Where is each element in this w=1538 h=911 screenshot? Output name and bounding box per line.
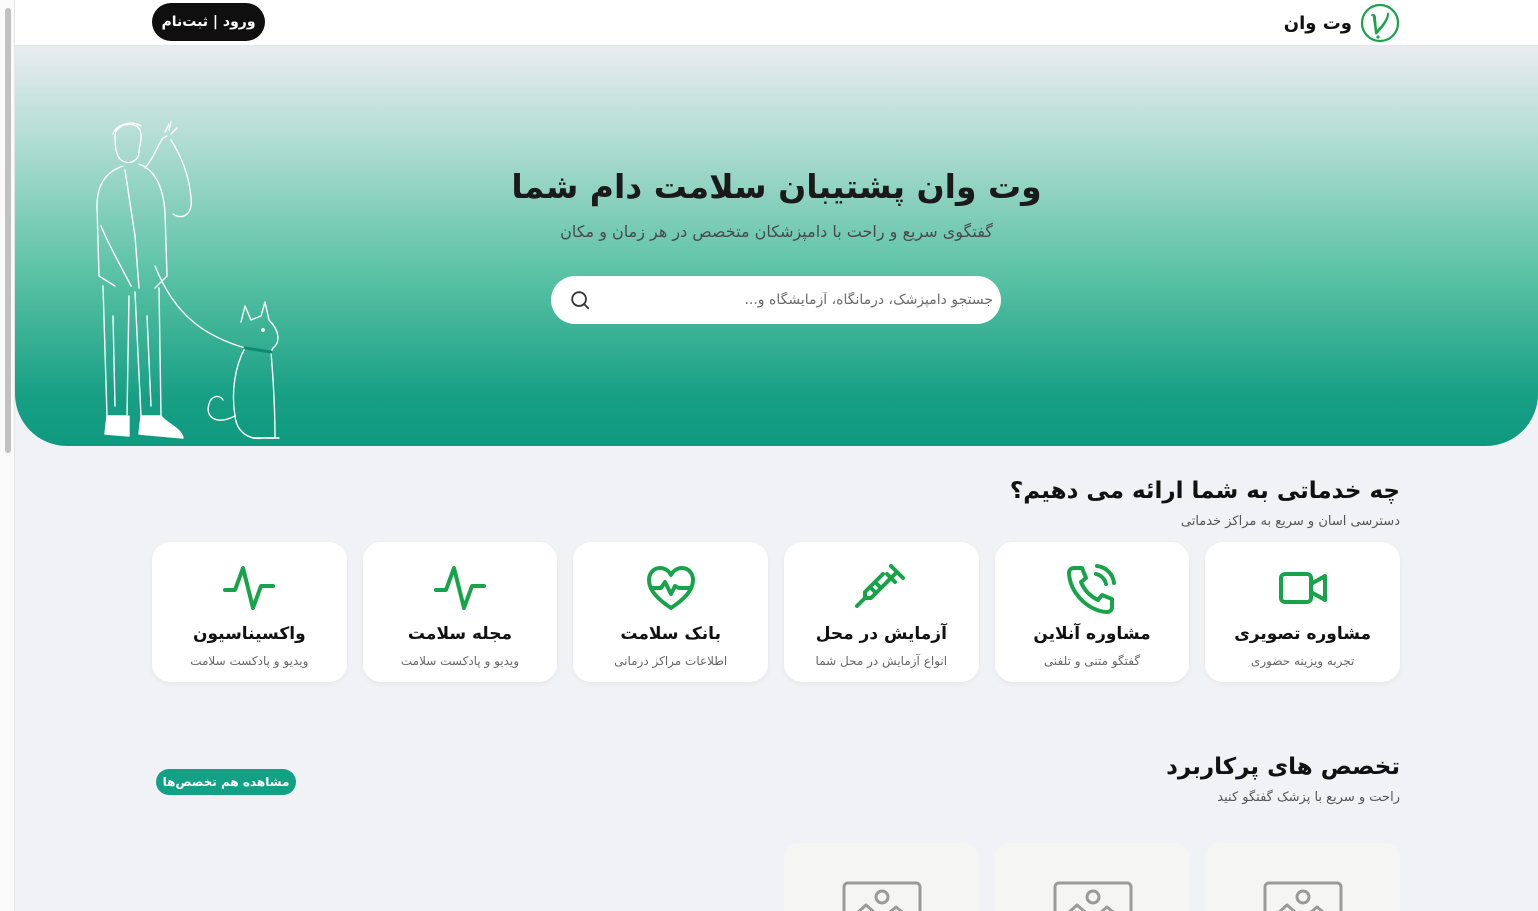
search-input[interactable]: [591, 276, 993, 324]
image-placeholder-icon: [842, 881, 922, 911]
service-card-home-test[interactable]: آزمایش در محل انواع آزمایش در محل شما: [783, 542, 979, 682]
hero-subtitle: گفتگوی سریع و راحت با دامپزشکان متخصص در…: [560, 222, 993, 241]
services-section-subtitle: دسترسی اسان و سریع به مراکز خدماتی: [1180, 514, 1400, 529]
activity-icon: [223, 566, 276, 610]
video-camera-icon: [1278, 572, 1327, 604]
man-with-dog-illustration: [96, 121, 280, 440]
service-title: مشاوره تصویری: [1234, 624, 1372, 644]
syringe-icon: [855, 564, 906, 608]
service-title: مشاوره آنلاین: [1033, 624, 1151, 644]
specialty-cards: [783, 843, 1400, 911]
activity-icon: [433, 566, 486, 610]
heart-pulse-icon: [646, 566, 695, 610]
specialty-card[interactable]: [1205, 843, 1400, 911]
search-box[interactable]: [551, 276, 1001, 324]
top-header: ورود | ثبت‌نام وت وان: [15, 0, 1538, 46]
image-placeholder-icon: [1263, 881, 1343, 911]
scrollbar-thumb[interactable]: [5, 8, 11, 453]
image-placeholder-icon: [1053, 881, 1133, 911]
login-register-button[interactable]: ورود | ثبت‌نام: [152, 3, 265, 41]
service-desc: اطلاعات مراکز درمانی: [614, 654, 728, 668]
service-desc: گفتگو متنی و تلفنی: [1043, 654, 1141, 668]
service-title: واکسیناسیون: [192, 624, 306, 644]
services-section-title: چه خدماتی به شما ارائه می دهیم؟: [1009, 478, 1400, 504]
service-desc: ویدیو و پادکست سلامت: [190, 654, 309, 668]
service-card-video-consult[interactable]: مشاوره تصویری تجربه ویزینه حضوری: [1205, 542, 1400, 682]
specialty-card[interactable]: [783, 843, 979, 911]
brand-logo-icon: [1360, 3, 1400, 43]
brand[interactable]: وت وان: [1284, 3, 1400, 43]
brand-name: وت وان: [1283, 12, 1352, 34]
search-icon[interactable]: [569, 289, 591, 311]
specialty-card[interactable]: [994, 843, 1190, 911]
service-desc: انواع آزمایش در محل شما: [815, 654, 948, 668]
specialties-section-subtitle: راحت و سریع با پزشک گفتگو کنید: [1217, 790, 1400, 805]
specialties-section-title: تخصص های پرکاربرد: [1166, 754, 1400, 780]
see-all-specialties-button[interactable]: مشاهده هم تخصص‌ها: [156, 769, 296, 795]
hero-title: وت وان پشتیبان سلامت دام شما: [511, 167, 1042, 206]
service-card-health-magazine[interactable]: مجله سلامت ویدیو و پادکست سلامت: [362, 542, 558, 682]
service-desc: ویدیو و پادکست سلامت: [400, 654, 520, 668]
phone-call-icon: [1066, 564, 1116, 614]
services-grid: مشاوره تصویری تجربه ویزینه حضوری مشاوره …: [151, 542, 1400, 682]
service-title: آزمایش در محل: [815, 624, 947, 644]
service-desc: تجربه ویزینه حضوری: [1250, 654, 1355, 668]
service-title: مجله سلامت: [407, 624, 513, 644]
service-title: بانک سلامت: [620, 624, 721, 644]
hero-banner: وت وان پشتیبان سلامت دام شما گفتگوی سریع…: [15, 46, 1538, 446]
service-card-online-consult[interactable]: مشاوره آنلاین گفتگو متنی و تلفنی: [994, 542, 1190, 682]
service-card-health-bank[interactable]: بانک سلامت اطلاعات مراکز درمانی: [573, 542, 768, 682]
page-scrollbar[interactable]: [0, 0, 15, 911]
service-card-vaccination[interactable]: واکسیناسیون ویدیو و پادکست سلامت: [151, 542, 347, 682]
